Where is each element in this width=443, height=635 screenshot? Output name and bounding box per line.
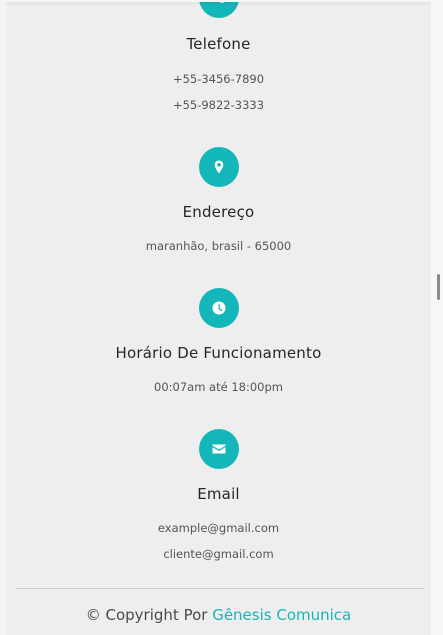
copyright-text: © Copyright Por Gênesis Comunica xyxy=(6,606,431,624)
horario-title: Horário De Funcionamento xyxy=(115,344,322,362)
telefone-number-2: +55-9822-3333 xyxy=(172,98,265,112)
scrollbar-thumb[interactable] xyxy=(437,274,440,300)
contact-page: Telefone +55-3456-7890 +55-9822-3333 End… xyxy=(6,0,431,635)
telefone-title: Telefone xyxy=(186,35,251,53)
header-shadow xyxy=(6,0,431,2)
copyright-prefix: © Copyright Por xyxy=(85,606,208,624)
endereco-address: maranhão, brasil - 65000 xyxy=(145,239,292,253)
email-title: Email xyxy=(197,485,240,503)
envelope-icon xyxy=(199,429,239,469)
map-marker-icon xyxy=(199,147,239,187)
footer-divider xyxy=(15,588,424,589)
email-address-2[interactable]: cliente@gmail.com xyxy=(6,547,431,561)
endereco-title: Endereço xyxy=(182,203,255,221)
telefone-number-1: +55-3456-7890 xyxy=(172,72,265,86)
horario-hours: 00:07am até 18:00pm xyxy=(154,380,283,394)
phone-icon xyxy=(199,0,239,18)
email-address-1[interactable]: example@gmail.com xyxy=(6,521,431,535)
scrollbar[interactable] xyxy=(431,0,443,635)
clock-icon xyxy=(199,288,239,328)
brand-link[interactable]: Gênesis Comunica xyxy=(212,606,351,624)
